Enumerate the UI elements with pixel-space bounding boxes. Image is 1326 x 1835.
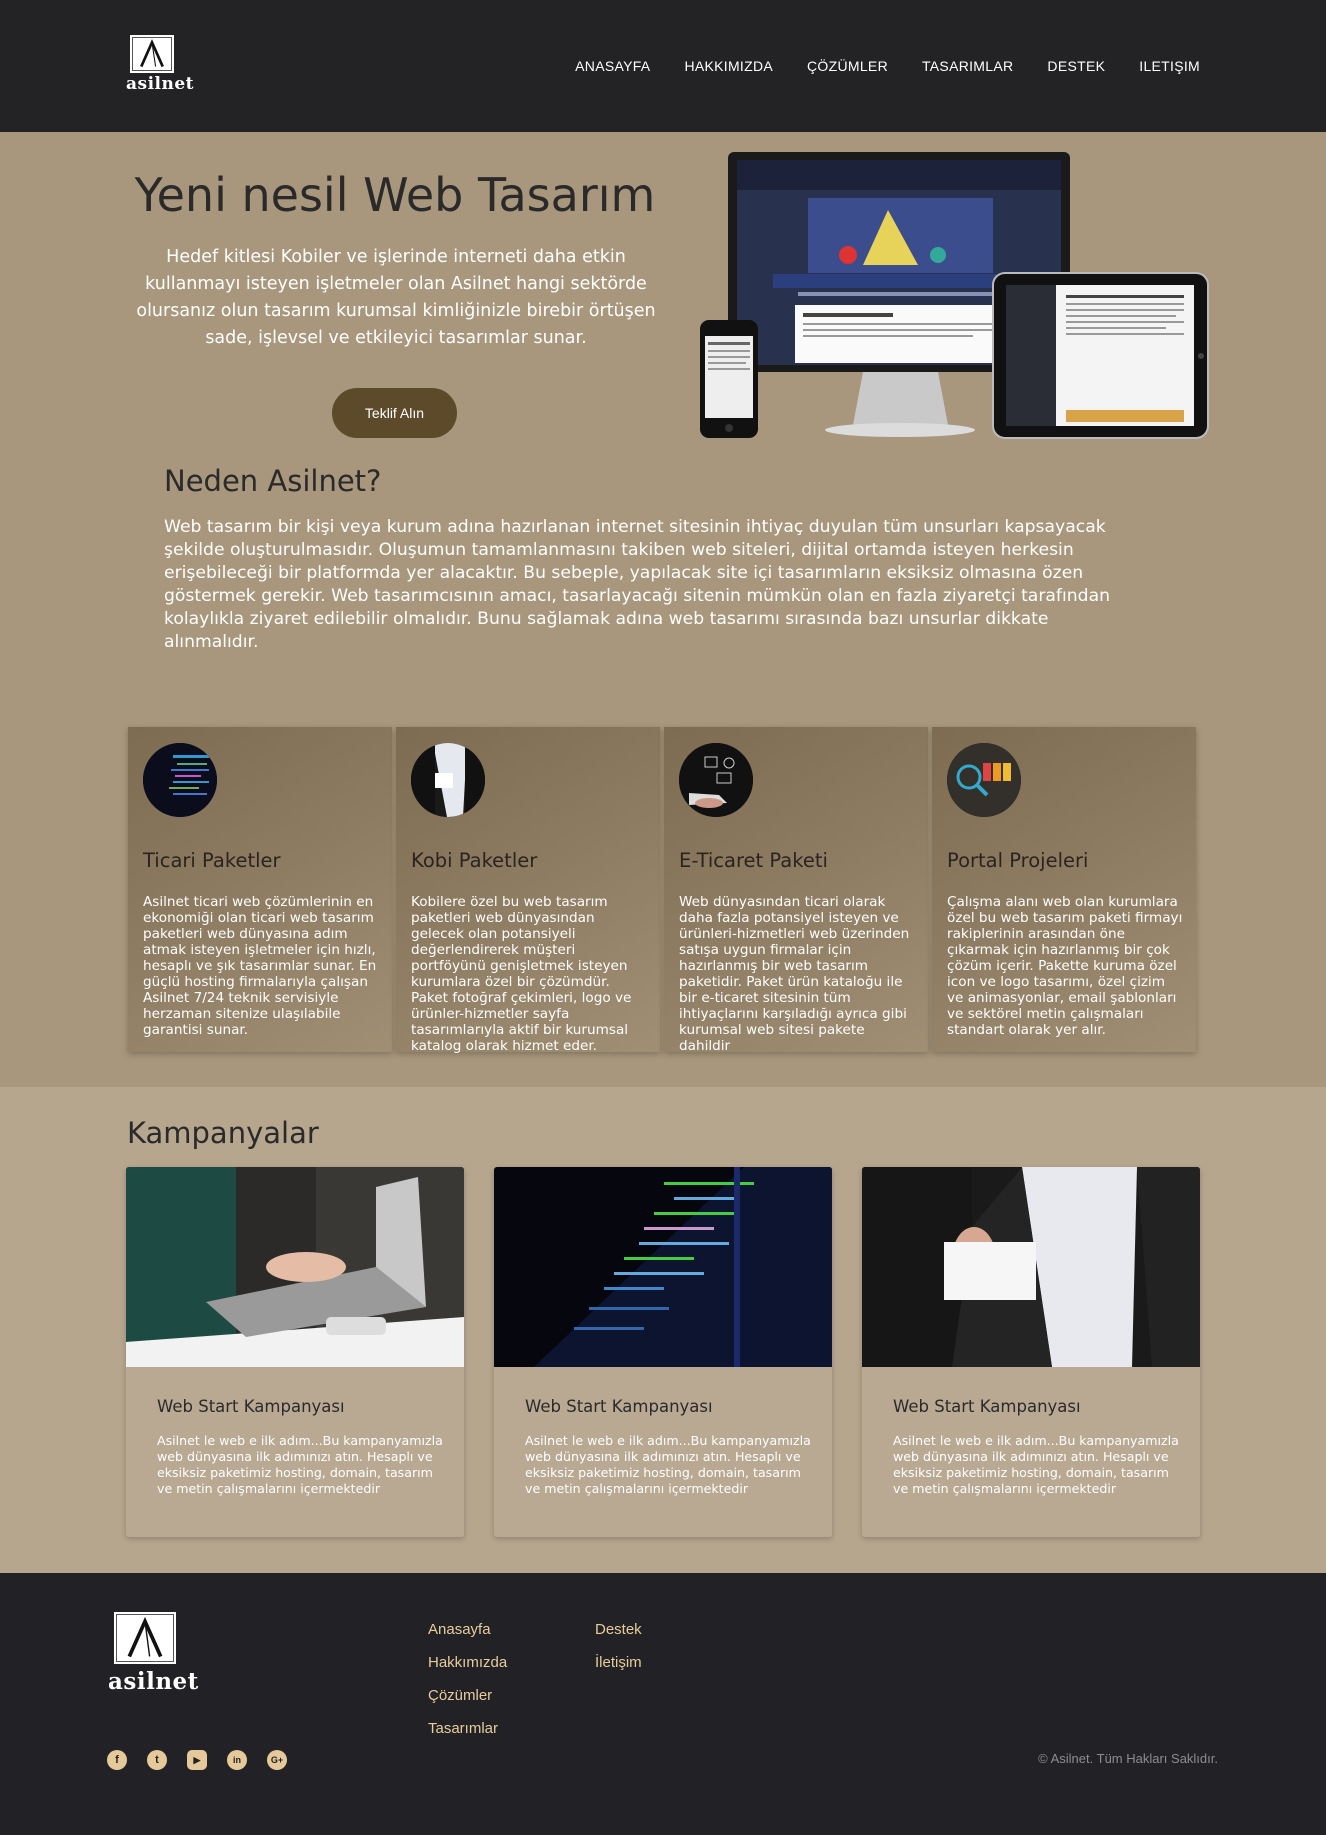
laptop-typing-image xyxy=(126,1167,464,1367)
linkedin-icon[interactable]: in xyxy=(227,1750,247,1770)
devices-illustration xyxy=(700,152,1209,439)
business-card-image xyxy=(411,743,485,817)
footer-links-col1: Anasayfa Hakkımızda Çözümler Tasarımlar xyxy=(428,1621,507,1738)
footer-link-tasarimlar[interactable]: Tasarımlar xyxy=(428,1720,507,1738)
feature-cards: Ticari Paketler Asilnet ticari web çözüm… xyxy=(128,727,1196,1054)
feature-card-text: Çalışma alanı web olan kurumlara özel bu… xyxy=(947,894,1183,1038)
feature-card-title: Ticari Paketler xyxy=(143,849,281,872)
campaign-card[interactable]: Web Start Kampanyası Asilnet le web e il… xyxy=(494,1167,832,1537)
header-logo-text: asilnet xyxy=(126,74,195,94)
why-asilnet-title: Neden Asilnet? xyxy=(164,464,382,498)
feature-card-kobi[interactable]: Kobi Paketler Kobilere özel bu web tasar… xyxy=(396,727,660,1054)
campaign-card-title: Web Start Kampanyası xyxy=(893,1397,1081,1416)
campaign-card[interactable]: Web Start Kampanyası Asilnet le web e il… xyxy=(126,1167,464,1537)
youtube-icon[interactable]: ▶ xyxy=(187,1750,207,1770)
campaign-card-text: Asilnet le web e ilk adım...Bu kampanyam… xyxy=(157,1433,443,1496)
nav-item-cozumler[interactable]: ÇÖZÜMLER xyxy=(807,58,888,74)
hero-title: Yeni nesil Web Tasarım xyxy=(134,168,656,222)
site-footer xyxy=(0,1573,1326,1835)
feature-card-text: Kobilere özel bu web tasarım paketleri w… xyxy=(411,894,632,1054)
campaign-card-text: Asilnet le web e ilk adım...Bu kampanyam… xyxy=(893,1433,1179,1496)
main-nav: ANASAYFA HAKKIMIZDA ÇÖZÜMLER TASARIMLAR … xyxy=(575,58,1200,74)
google-plus-icon[interactable]: G+ xyxy=(267,1750,287,1770)
feature-card-text: Web dünyasından ticari olarak daha fazla… xyxy=(679,894,910,1054)
sketch-board-image xyxy=(679,743,753,817)
get-quote-button[interactable]: Teklif Alın xyxy=(332,388,457,438)
nav-item-hakkimizda[interactable]: HAKKIMIZDA xyxy=(684,58,773,74)
nav-item-tasarimlar[interactable]: TASARIMLAR xyxy=(922,58,1013,74)
footer-link-cozumler[interactable]: Çözümler xyxy=(428,1687,507,1705)
feature-card-title: Portal Projeleri xyxy=(947,849,1089,872)
seo-image xyxy=(947,743,1021,817)
campaign-card[interactable]: Web Start Kampanyası Asilnet le web e il… xyxy=(862,1167,1200,1537)
footer-link-hakkimizda[interactable]: Hakkımızda xyxy=(428,1654,507,1672)
copyright-text: © Asilnet. Tüm Hakları Saklıdır. xyxy=(1038,1751,1218,1766)
footer-link-destek[interactable]: Destek xyxy=(595,1621,642,1639)
business-card-hand-image xyxy=(862,1167,1200,1367)
campaign-card-text: Asilnet le web e ilk adım...Bu kampanyam… xyxy=(525,1433,811,1496)
campaign-card-title: Web Start Kampanyası xyxy=(525,1397,713,1416)
social-links: f t ▶ in G+ xyxy=(107,1750,287,1770)
feature-card-ticari[interactable]: Ticari Paketler Asilnet ticari web çözüm… xyxy=(128,727,392,1052)
campaign-cards: Web Start Kampanyası Asilnet le web e il… xyxy=(126,1167,1200,1537)
twitter-icon[interactable]: t xyxy=(147,1750,167,1770)
feature-card-text: Asilnet ticari web çözümlerinin en ekono… xyxy=(143,894,377,1038)
nav-item-destek[interactable]: DESTEK xyxy=(1047,58,1105,74)
footer-logo-text: asilnet xyxy=(108,1668,199,1695)
nav-item-anasayfa[interactable]: ANASAYFA xyxy=(575,58,650,74)
code-monitor-image xyxy=(494,1167,832,1367)
code-screen-image xyxy=(143,743,217,817)
hero-text: Hedef kitlesi Kobiler ve işlerinde inter… xyxy=(136,247,656,348)
nav-item-iletisim[interactable]: ILETIŞIM xyxy=(1139,58,1200,74)
footer-logo[interactable] xyxy=(114,1612,176,1664)
logo-mark-icon xyxy=(127,1616,163,1658)
campaigns-title: Kampanyalar xyxy=(127,1116,319,1150)
feature-card-portal[interactable]: Portal Projeleri Çalışma alanı web olan … xyxy=(932,727,1196,1052)
feature-card-eticaret[interactable]: E-Ticaret Paketi Web dünyasından ticari … xyxy=(664,727,928,1054)
header-logo[interactable] xyxy=(130,35,174,73)
logo-mark-icon xyxy=(140,39,164,68)
footer-link-iletisim[interactable]: İletişim xyxy=(595,1654,642,1672)
feature-card-title: Kobi Paketler xyxy=(411,849,538,872)
feature-card-title: E-Ticaret Paketi xyxy=(679,849,828,872)
footer-links-col2: Destek İletişim xyxy=(595,1621,642,1672)
campaign-card-title: Web Start Kampanyası xyxy=(157,1397,345,1416)
site-header: asilnet ANASAYFA HAKKIMIZDA ÇÖZÜMLER TAS… xyxy=(0,0,1326,132)
footer-link-anasayfa[interactable]: Anasayfa xyxy=(428,1621,507,1639)
facebook-icon[interactable]: f xyxy=(107,1750,127,1770)
why-asilnet-text: Web tasarım bir kişi veya kurum adına ha… xyxy=(164,517,1110,652)
